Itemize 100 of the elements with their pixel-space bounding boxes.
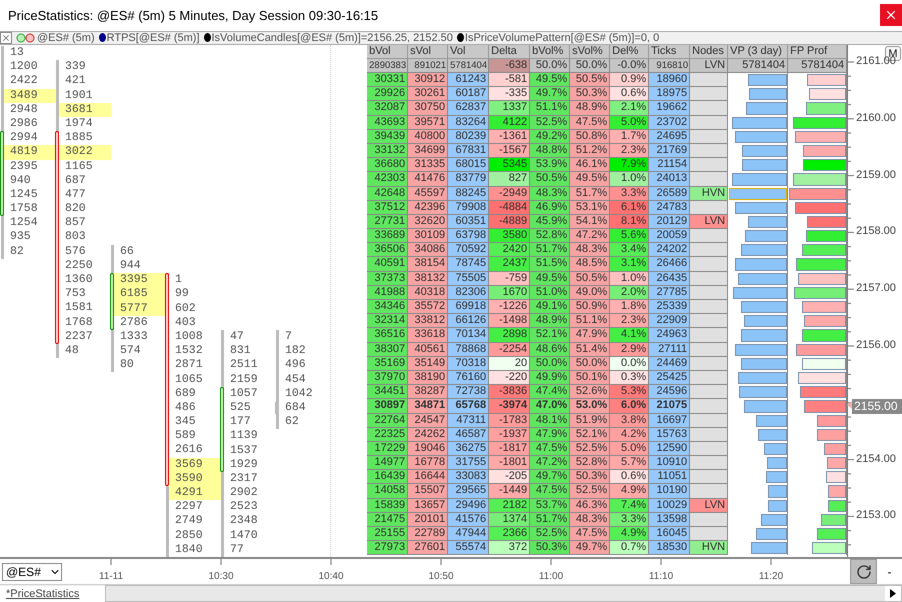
table-cell: 52.5%	[530, 527, 570, 542]
table-cell: 53.7%	[530, 498, 570, 513]
table-cell: 26589	[649, 186, 690, 201]
time-label: 11-11	[98, 571, 124, 582]
table-cell: 0.0%	[610, 356, 650, 371]
table-cell: 2.0%	[610, 286, 650, 300]
column-header[interactable]: FP Prof	[788, 45, 848, 59]
table-cell: 4122	[489, 116, 530, 130]
total-cell: 5781404	[788, 59, 848, 73]
price-label: 2153.00	[856, 509, 896, 522]
table-cell: 15507	[408, 484, 448, 499]
volume-value: 944	[119, 258, 142, 274]
table-cell: 41576	[448, 512, 490, 527]
table-cell: 26466	[649, 257, 690, 272]
table-cell: 49.5%	[530, 73, 570, 88]
table-cell: 49.9%	[530, 370, 570, 386]
table-cell: 22789	[408, 527, 448, 542]
table-cell: 3.1%	[610, 257, 650, 272]
volume-value: 1360	[64, 273, 94, 288]
table-cell: 38287	[408, 385, 448, 400]
table-cell: 48.3%	[530, 186, 570, 201]
table-cell: 2.9%	[610, 342, 650, 357]
table-cell: 1337	[489, 101, 530, 116]
volume-value: 857	[64, 216, 87, 230]
table-cell: 15839	[367, 498, 408, 513]
table-cell: 45.9%	[530, 214, 570, 230]
table-cell: 1.0%	[610, 272, 650, 286]
table-cell: 38132	[408, 272, 448, 286]
volume-value: 1245	[9, 188, 39, 202]
table-cell: 4.1%	[610, 328, 650, 343]
volume-value: 6185	[111, 287, 166, 302]
volume-value: 602	[174, 302, 197, 316]
table-cell: 32620	[408, 214, 448, 230]
table-cell: 49.1%	[530, 300, 570, 314]
table-cell: 50.3%	[530, 541, 570, 556]
volume-value: 182	[284, 344, 307, 358]
volume-value: 496	[284, 358, 307, 373]
table-cell: 43693	[367, 116, 408, 130]
volume-value: 2786	[119, 316, 149, 330]
column-header[interactable]: bVol	[367, 45, 408, 59]
column-header[interactable]: Nodes	[690, 45, 728, 59]
column-header[interactable]: Vol	[448, 45, 490, 59]
price-label: 2159.00	[856, 168, 896, 181]
volume-value: 2902	[229, 486, 259, 500]
table-cell: 2.1%	[610, 101, 650, 116]
volume-value: 689	[174, 386, 197, 401]
table-cell: 49.7%	[570, 541, 610, 556]
node-cell: HVN	[690, 186, 728, 201]
table-cell: 0.3%	[610, 370, 650, 386]
table-cell: 48.5%	[570, 257, 610, 272]
volume-value: 1254	[9, 216, 39, 230]
table-cell: 50.9%	[570, 300, 610, 314]
volume-value: 2422	[9, 74, 39, 89]
table-cell: -335	[489, 87, 530, 102]
close-button[interactable]	[880, 4, 902, 26]
table-cell: 50.5%	[570, 73, 610, 88]
table-cell: 3.4%	[610, 243, 650, 258]
table-cell: 33132	[367, 144, 408, 158]
table-cell: -2254	[489, 342, 530, 357]
column-header[interactable]: Delta	[489, 45, 530, 59]
table-cell: 39571	[408, 116, 448, 130]
table-cell: 70592	[448, 243, 490, 258]
column-header[interactable]: sVol	[408, 45, 448, 59]
table-cell: 27785	[649, 286, 690, 300]
table-cell: 52.5%	[570, 442, 610, 456]
table-cell: 5.3%	[610, 385, 650, 400]
table-cell: 50.1%	[570, 370, 610, 386]
table-cell: 24695	[649, 130, 690, 144]
table-cell: 50.5%	[530, 172, 570, 186]
table-cell: -220	[489, 370, 530, 386]
total-cell: 916810	[649, 59, 690, 73]
table-cell: 40591	[367, 257, 408, 272]
table-cell: 48.6%	[530, 342, 570, 357]
close-button[interactable]	[0, 32, 12, 44]
total-cell: 50.0%	[530, 59, 570, 73]
table-cell: 32087	[367, 101, 408, 116]
column-header[interactable]: Del%	[610, 45, 650, 59]
sheet-tab[interactable]: *PriceStatistics	[0, 586, 105, 602]
table-cell: -1361	[489, 130, 530, 144]
volume-value: 82	[9, 244, 25, 259]
table-cell: 50.0%	[570, 356, 610, 371]
column-header[interactable]: sVol%	[570, 45, 610, 59]
volume-value: 2511	[229, 358, 259, 373]
column-header[interactable]: Ticks	[649, 45, 690, 59]
table-cell: 3.3%	[610, 186, 650, 201]
table-cell: 42648	[367, 186, 408, 201]
symbol-dropdown[interactable]: @ES#	[2, 562, 62, 580]
table-cell: 4.2%	[610, 428, 650, 442]
table-cell: 1.0%	[610, 172, 650, 186]
table-cell: 37373	[367, 272, 408, 286]
table-cell: 7.9%	[610, 158, 650, 172]
horizontal-scrollbar[interactable]	[105, 585, 902, 602]
table-cell: 79908	[448, 200, 490, 215]
volume-value: 454	[284, 372, 307, 387]
column-header[interactable]: VP (3 day)	[728, 45, 788, 59]
refresh-button[interactable]	[850, 559, 877, 584]
column-header[interactable]: bVol%	[530, 45, 570, 59]
table-cell: 3.8%	[610, 414, 650, 428]
total-cell: LVN	[690, 59, 728, 73]
volume-value: 2871	[174, 358, 204, 372]
